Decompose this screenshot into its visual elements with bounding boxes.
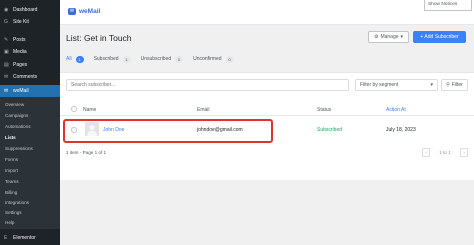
sidebar-item-pages[interactable]: ▤ Pages: [0, 59, 60, 71]
segment-select[interactable]: Filter by segment ▾: [355, 79, 438, 91]
sidebar-item-label: Dashboard: [13, 7, 38, 13]
page-icon: ▤: [4, 61, 9, 68]
tab-all[interactable]: All 1: [66, 55, 84, 63]
gear-icon: ⚙: [373, 34, 379, 40]
submenu-teams[interactable]: Teams: [0, 176, 60, 187]
prev-page-button[interactable]: ‹: [422, 148, 430, 157]
tab-unconfirmed[interactable]: Unconfirmed 0: [193, 55, 234, 63]
sidebar-item-comments[interactable]: ✉ Comments: [0, 71, 60, 83]
sidebar-item-label: Media: [13, 49, 27, 55]
submenu-suppressions[interactable]: Suppressions: [0, 143, 60, 154]
submenu-overview[interactable]: Overview: [0, 99, 60, 110]
admin-sidebar: ◉ Dashboard G Site Kit ✎ Posts ▣ Media ▤ Page…: [0, 0, 60, 245]
show-notices-button[interactable]: Show Notices: [424, 0, 472, 11]
chevron-down-icon: ▾: [400, 34, 404, 40]
plugin-topbar: [60, 0, 474, 25]
sidebar-item-posts[interactable]: ✎ Posts: [0, 34, 60, 46]
sidebar-item-label: weMail: [13, 88, 29, 94]
manage-label: Manage: [380, 34, 399, 40]
sidebar-item-dashboard[interactable]: ◉ Dashboard: [0, 4, 60, 16]
submenu-lists[interactable]: Lists: [0, 132, 60, 143]
row-highlight-outline: [63, 119, 273, 143]
column-action-at[interactable]: Action At: [386, 107, 406, 113]
elementor-icon: E: [4, 234, 8, 241]
show-notices-label: Show Notices: [428, 1, 458, 7]
column-status: Status: [317, 107, 332, 113]
media-icon: ▣: [4, 48, 9, 55]
next-page-button[interactable]: ›: [460, 148, 468, 157]
add-subscriber-button[interactable]: + Add Subscriber: [413, 31, 466, 43]
search-input[interactable]: [71, 82, 341, 88]
tab-label: All: [66, 56, 72, 62]
sidebar-item-elementor[interactable]: E Elementor: [0, 232, 60, 244]
page-background: [60, 181, 474, 245]
sidebar-item-label: Site Kit: [13, 19, 29, 25]
select-all-checkbox[interactable]: [71, 106, 77, 112]
submenu-help[interactable]: Help: [0, 217, 60, 228]
filter-label: Filter: [451, 82, 463, 88]
submenu-forms[interactable]: Forms: [0, 154, 60, 165]
sidebar-item-label: Pages: [13, 62, 28, 68]
count-badge: 0: [175, 55, 184, 63]
status-tabs: All 1 Subscribed 1 Unsubscribed 0 Unconfirm…: [66, 54, 244, 64]
submenu-import[interactable]: Import: [0, 165, 60, 176]
add-subscriber-label: + Add Subscriber: [420, 34, 459, 40]
sidebar-item-wemail[interactable]: ✉ weMail: [0, 85, 60, 97]
filter-button[interactable]: ⚲ Filter: [441, 79, 468, 91]
sidebar-item-sitekit[interactable]: G Site Kit: [0, 16, 60, 28]
count-badge: 1: [122, 55, 131, 63]
count-badge: 0: [225, 55, 234, 63]
table-header: Name Email Status Action At: [60, 103, 474, 116]
chevron-down-icon: ▾: [430, 82, 433, 88]
sidebar-item-media[interactable]: ▣ Media: [0, 46, 60, 58]
sidebar-item-label: Comments: [13, 74, 38, 80]
logo-text: weMail: [79, 8, 101, 15]
sitekit-icon: G: [4, 18, 8, 25]
segment-select-label: Filter by segment: [360, 82, 399, 88]
envelope-icon: ✉: [68, 8, 76, 15]
column-name[interactable]: Name: [83, 107, 96, 113]
submenu-campaigns[interactable]: Campaigns: [0, 110, 60, 121]
column-email[interactable]: Email: [197, 107, 210, 113]
tab-unsubscribed[interactable]: Unsubscribed 0: [140, 55, 184, 63]
filter-icon: ⚲: [446, 82, 450, 88]
pagination-nav: ‹ 1 to 1 ›: [422, 147, 468, 158]
page-title: List: Get in Touch: [66, 33, 132, 43]
wemail-icon: ✉: [4, 87, 9, 94]
pagination-summary: 1 item - Page 1 of 1: [66, 150, 107, 155]
tab-subscribed[interactable]: Subscribed 1: [93, 55, 131, 63]
tab-label: Subscribed: [93, 56, 119, 62]
sidebar-item-label: Elementor: [13, 235, 36, 241]
manage-button[interactable]: ⚙ Manage ▾: [368, 31, 409, 43]
search-field[interactable]: [66, 79, 349, 91]
comment-icon: ✉: [4, 73, 9, 80]
tab-label: Unconfirmed: [193, 56, 222, 62]
count-badge: 1: [75, 55, 84, 63]
page-label: 1 to 1: [439, 150, 451, 155]
wemail-logo: ✉ weMail: [68, 8, 100, 15]
sidebar-item-label: Posts: [13, 37, 26, 43]
action-at: July 18, 2023: [386, 127, 416, 133]
submenu-automations[interactable]: Automations: [0, 121, 60, 132]
pin-icon: ✎: [4, 36, 9, 43]
status-text: Subscribed: [317, 127, 343, 133]
tab-label: Unsubscribed: [140, 56, 172, 62]
dashboard-icon: ◉: [4, 6, 9, 13]
